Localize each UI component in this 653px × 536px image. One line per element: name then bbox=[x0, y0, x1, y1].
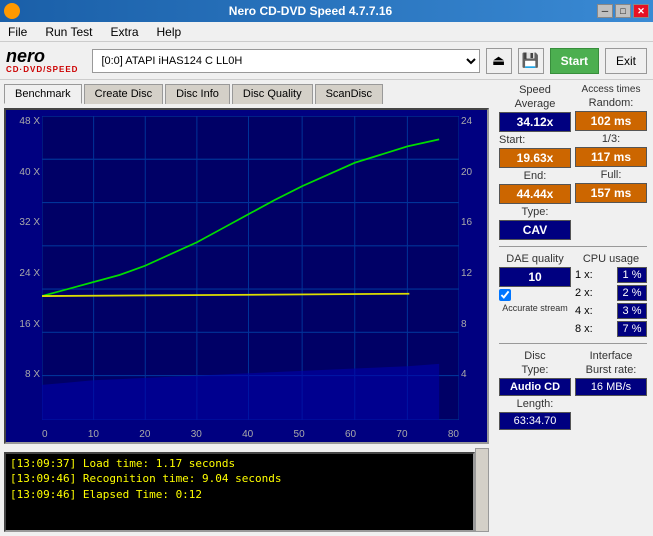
disc-type-value: Audio CD bbox=[499, 378, 571, 396]
save-button[interactable]: 💾 bbox=[518, 48, 544, 74]
log-entry-0: [13:09:37] Load time: 1.17 seconds bbox=[10, 456, 469, 471]
one-third-label: 1/3: bbox=[575, 133, 647, 145]
disc-length-value: 63:34.70 bbox=[499, 412, 571, 430]
accurate-stream-checkbox[interactable] bbox=[499, 289, 511, 301]
full-value: 157 ms bbox=[575, 183, 647, 203]
cpu-4x-label: 4 x: bbox=[575, 305, 593, 317]
log-entry-1: [13:09:46] Recognition time: 9.04 second… bbox=[10, 471, 469, 486]
average-value: 34.12x bbox=[499, 112, 571, 132]
cpu-2x-value: 2 % bbox=[617, 285, 647, 301]
disc-length-label: Length: bbox=[499, 398, 571, 410]
burst-label: Burst rate: bbox=[575, 364, 647, 376]
end-label: End: bbox=[499, 170, 571, 182]
y-axis-right: 24 20 16 12 8 4 bbox=[459, 116, 487, 420]
access-label: Access times bbox=[575, 84, 647, 95]
cpu-row-3: 8 x: 7 % bbox=[575, 321, 647, 337]
logo-nero: nero bbox=[6, 47, 78, 65]
menu-file[interactable]: File bbox=[4, 23, 31, 41]
menu-extra[interactable]: Extra bbox=[106, 23, 142, 41]
tab-disc-info[interactable]: Disc Info bbox=[165, 84, 230, 104]
speed-label: Speed bbox=[499, 84, 571, 96]
type-label: Type: bbox=[499, 206, 571, 218]
maximize-button[interactable]: □ bbox=[615, 4, 631, 18]
menu-run-test[interactable]: Run Test bbox=[41, 23, 96, 41]
cpu-4x-value: 3 % bbox=[617, 303, 647, 319]
chart-inner bbox=[42, 116, 459, 420]
cpu-1x-value: 1 % bbox=[617, 267, 647, 283]
cpu-row-2: 4 x: 3 % bbox=[575, 303, 647, 319]
end-value: 44.44x bbox=[499, 184, 571, 204]
cpu-2x-label: 2 x: bbox=[575, 287, 593, 299]
tab-scan-disc[interactable]: ScanDisc bbox=[315, 84, 383, 104]
one-third-value: 117 ms bbox=[575, 147, 647, 167]
full-label: Full: bbox=[575, 169, 647, 181]
tab-create-disc[interactable]: Create Disc bbox=[84, 84, 163, 104]
start-button[interactable]: Start bbox=[550, 48, 599, 74]
burst-value: 16 MB/s bbox=[575, 378, 647, 396]
x-axis: 0 10 20 30 40 50 60 70 80 bbox=[42, 429, 459, 440]
menu-bar: File Run Test Extra Help bbox=[0, 22, 653, 42]
logo-sub: CD·DVD/SPEED bbox=[6, 65, 78, 74]
disc-label: Disc bbox=[499, 350, 571, 362]
random-label: Random: bbox=[575, 97, 647, 109]
window-icon bbox=[4, 3, 20, 19]
chart-svg bbox=[42, 116, 459, 420]
cpu-row-0: 1 x: 1 % bbox=[575, 267, 647, 283]
toolbar: nero CD·DVD/SPEED [0:0] ATAPI iHAS124 C … bbox=[0, 42, 653, 80]
logo: nero CD·DVD/SPEED bbox=[6, 47, 78, 74]
log-entry-2: [13:09:46] Elapsed Time: 0:12 bbox=[10, 487, 469, 502]
log-scrollbar[interactable] bbox=[475, 448, 489, 532]
log-area: [13:09:37] Load time: 1.17 seconds [13:0… bbox=[4, 452, 475, 532]
cpu-8x-value: 7 % bbox=[617, 321, 647, 337]
cpu-1x-label: 1 x: bbox=[575, 269, 593, 281]
tab-disc-quality[interactable]: Disc Quality bbox=[232, 84, 313, 104]
divider-2 bbox=[499, 343, 647, 344]
chart-area: 48 X 40 X 32 X 24 X 16 X 8 X 24 20 16 12… bbox=[4, 108, 489, 444]
average-label: Average bbox=[499, 98, 571, 110]
menu-help[interactable]: Help bbox=[153, 23, 186, 41]
accurate-stream-label: Accurate stream bbox=[499, 303, 571, 313]
minimize-button[interactable]: ─ bbox=[597, 4, 613, 18]
cpu-row-1: 2 x: 2 % bbox=[575, 285, 647, 301]
title-bar: Nero CD-DVD Speed 4.7.7.16 ─ □ ✕ bbox=[0, 0, 653, 22]
exit-button[interactable]: Exit bbox=[605, 48, 647, 74]
window-title: Nero CD-DVD Speed 4.7.7.16 bbox=[24, 4, 597, 18]
tabs: Benchmark Create Disc Disc Info Disc Qua… bbox=[4, 84, 489, 104]
dae-label: DAE quality bbox=[499, 253, 571, 265]
cpu-8x-label: 8 x: bbox=[575, 323, 593, 335]
y-axis-left: 48 X 40 X 32 X 24 X 16 X 8 X bbox=[6, 116, 42, 420]
close-button[interactable]: ✕ bbox=[633, 4, 649, 18]
tab-benchmark[interactable]: Benchmark bbox=[4, 84, 82, 104]
eject-button[interactable]: ⏏ bbox=[486, 48, 512, 74]
left-panel: Benchmark Create Disc Disc Info Disc Qua… bbox=[0, 80, 493, 536]
disc-type-label: Type: bbox=[499, 364, 571, 376]
main-content: Benchmark Create Disc Disc Info Disc Qua… bbox=[0, 80, 653, 536]
drive-select[interactable]: [0:0] ATAPI iHAS124 C LL0H bbox=[92, 49, 479, 73]
dae-value: 10 bbox=[499, 267, 571, 287]
interface-label: Interface bbox=[575, 350, 647, 362]
start-value: 19.63x bbox=[499, 148, 571, 168]
right-panel: Speed Average 34.12x Start: 19.63x End: … bbox=[493, 80, 653, 536]
divider-1 bbox=[499, 246, 647, 247]
start-label: Start: bbox=[499, 134, 525, 146]
random-value: 102 ms bbox=[575, 111, 647, 131]
cpu-label: CPU usage bbox=[575, 253, 647, 265]
type-value: CAV bbox=[499, 220, 571, 240]
accurate-stream-row bbox=[499, 289, 571, 301]
